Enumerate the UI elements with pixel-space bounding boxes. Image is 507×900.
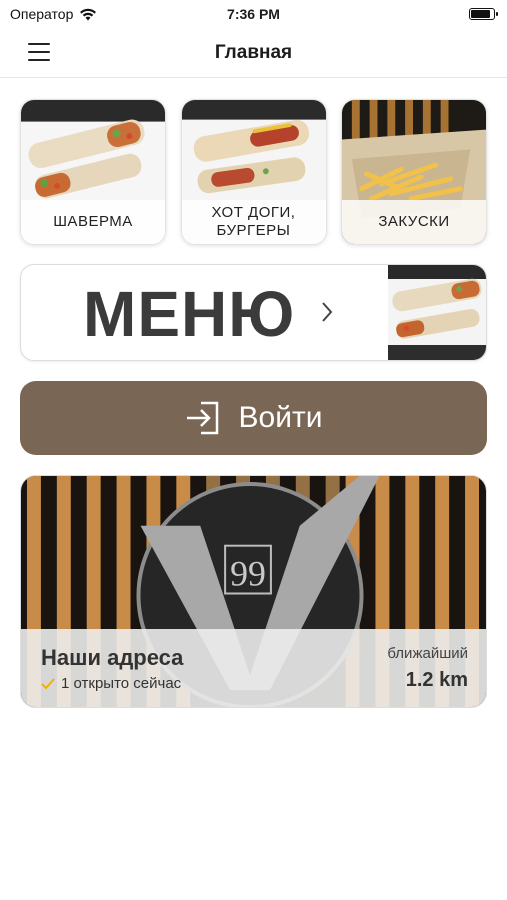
category-tile-snacks[interactable]: ЗАКУСКИ: [341, 99, 487, 245]
menu-label: МЕНЮ: [83, 278, 296, 350]
battery-level: [471, 10, 490, 18]
open-status-text: 1 открыто сейчас: [61, 675, 182, 692]
category-label: ЗАКУСКИ: [342, 200, 486, 244]
svg-text:99: 99: [230, 554, 266, 594]
addresses-info-panel: Наши адреса 1 открыто сейчас ближайший 1…: [21, 629, 486, 707]
check-icon: [41, 677, 55, 689]
status-bar: Оператор 7:36 PM: [0, 0, 507, 28]
menu-banner[interactable]: МЕНЮ: [20, 264, 487, 361]
login-label: Войти: [238, 401, 323, 434]
addresses-title: Наши адреса: [41, 645, 184, 670]
category-tile-hotdogs[interactable]: ХОТ ДОГИ, БУРГЕРЫ: [180, 99, 327, 245]
category-label: ШАВЕРМА: [21, 200, 165, 244]
page-title: Главная: [214, 42, 293, 63]
battery-icon: [469, 8, 498, 20]
open-status-row: 1 открыто сейчас: [41, 675, 181, 692]
shawarma-plate-image: [388, 265, 486, 360]
navigation-bar: Главная: [0, 28, 507, 78]
login-button[interactable]: Войти: [20, 381, 487, 455]
addresses-card[interactable]: 99 Наши адреса 1 открыто сейчас ближайши…: [20, 475, 487, 708]
category-label: ХОТ ДОГИ, БУРГЕРЫ: [181, 200, 326, 244]
nearest-label: ближайший: [387, 645, 468, 662]
login-arrow-icon: [186, 401, 218, 435]
status-time: 7:36 PM: [227, 6, 280, 22]
nearest-distance: 1.2 km: [405, 669, 468, 691]
chevron-right-icon: [322, 302, 333, 322]
category-tile-shawarma[interactable]: ШАВЕРМА: [20, 99, 166, 245]
category-grid: ШАВЕРМА ХОТ ДОГИ, БУРГЕРЫ ЗАКУСКИ: [20, 99, 487, 245]
